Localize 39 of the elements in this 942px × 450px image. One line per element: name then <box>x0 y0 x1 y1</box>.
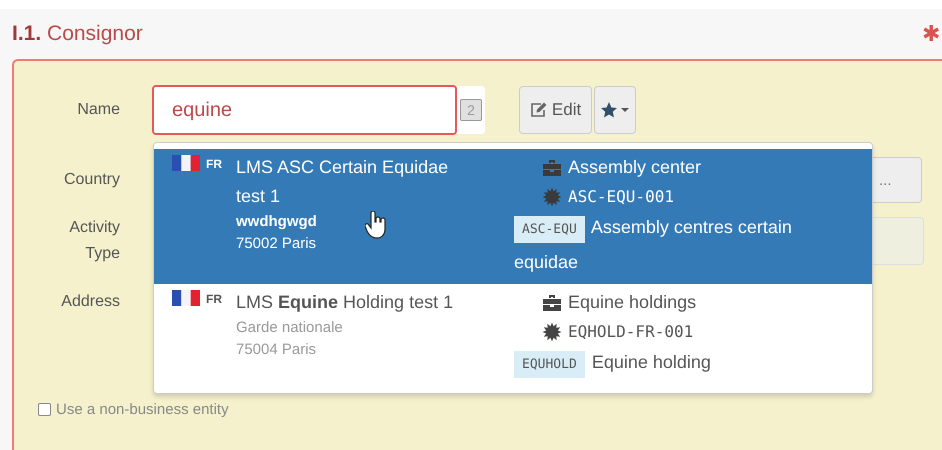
edit-button[interactable]: Edit <box>519 86 592 134</box>
briefcase-icon <box>542 158 562 176</box>
country-code: FR <box>206 292 223 306</box>
favorites-button[interactable] <box>594 86 636 134</box>
activity-field[interactable] <box>872 217 924 265</box>
hand-cursor-icon <box>365 211 387 239</box>
name-input[interactable]: equine <box>152 85 457 135</box>
country-button[interactable]: ... <box>872 157 922 203</box>
field-label: Country <box>62 171 120 189</box>
briefcase-icon <box>542 294 562 312</box>
field-label: Address <box>60 293 120 311</box>
french-flag-icon <box>172 290 200 306</box>
activity-text: Equine holdings <box>568 291 696 314</box>
result-item[interactable]: FR LMS Equine Holding test 1 Garde nationale 75004 Paris Equine holdings EQHOLD-FR-001 EQUHOLD Equine holding <box>154 284 872 387</box>
address-line: 75004 Paris <box>236 340 316 360</box>
checkbox-label: Use a non-business entity <box>56 401 229 418</box>
field-label: Activity Type <box>68 218 120 264</box>
result-name: LMS ASC Certain Equidae test 1 <box>236 156 450 208</box>
star-icon <box>601 102 629 118</box>
result-item[interactable]: FR LMS ASC Certain Equidae test 1 wwdhgwgd 75002 Paris Assembly center ASC-EQU-001 ASC-EQU Assembly centres certain equidae <box>154 149 872 284</box>
edit-icon <box>530 102 548 118</box>
certificate-icon <box>542 186 562 206</box>
french-flag-icon <box>172 155 200 171</box>
approval-code: EQHOLD-FR-001 <box>568 321 694 343</box>
checkbox[interactable] <box>38 403 51 416</box>
address-line: wwdhgwgd <box>236 212 317 232</box>
activity-text: Assembly center <box>568 156 702 179</box>
result-count: 2 <box>460 99 482 121</box>
result-name: LMS Equine Holding test 1 <box>236 291 454 314</box>
required-mark: ✱ <box>922 21 940 47</box>
approval-code: ASC-EQU-001 <box>568 186 674 208</box>
address-line: 75002 Paris <box>236 234 316 254</box>
section-title: I.1. Consignor <box>12 22 143 46</box>
certificate-icon <box>542 322 562 342</box>
activity-description: EQUHOLD Equine holding <box>514 346 858 381</box>
field-label: Name <box>76 101 120 119</box>
address-line: Garde nationale <box>236 318 343 338</box>
activity-description: ASC-EQU Assembly centres certain equidae <box>514 215 793 274</box>
country-code: FR <box>206 157 223 171</box>
